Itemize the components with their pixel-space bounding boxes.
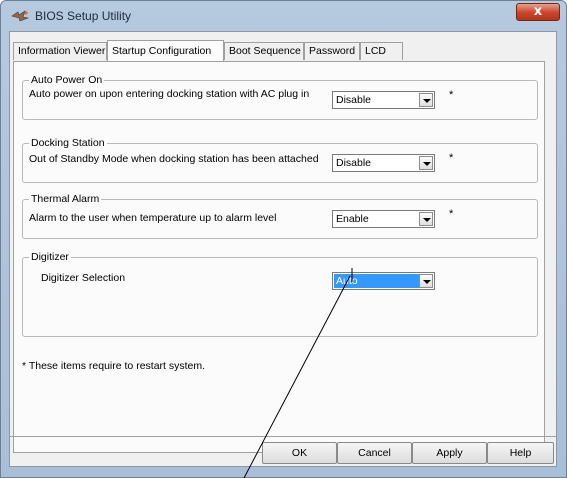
group-title: Digitizer bbox=[29, 251, 71, 264]
digitizer-group: Digitizer Digitizer Selection Auto bbox=[22, 251, 538, 337]
digitizer-selection-label: Digitizer Selection bbox=[41, 272, 126, 284]
apply-button[interactable]: Apply bbox=[412, 442, 487, 464]
ok-button[interactable]: OK bbox=[262, 442, 337, 464]
button-area-divider bbox=[10, 436, 556, 437]
bios-setup-window: BIOS Setup Utility x Information Viewer … bbox=[0, 0, 567, 478]
group-title: Auto Power On bbox=[29, 74, 105, 87]
close-icon: x bbox=[533, 4, 543, 19]
docking-station-group: Docking Station Out of Standby Mode when… bbox=[22, 137, 538, 183]
restart-required-mark: * bbox=[449, 152, 454, 164]
bios-app-icon bbox=[11, 10, 30, 22]
tab-boot-sequence[interactable]: Boot Sequence bbox=[224, 42, 304, 60]
selected-value: Disable bbox=[336, 157, 372, 169]
selected-value: Disable bbox=[336, 94, 372, 106]
thermal-alarm-select[interactable]: Enable bbox=[332, 210, 435, 228]
tab-information-viewer[interactable]: Information Viewer bbox=[13, 42, 107, 60]
tab-lcd[interactable]: LCD bbox=[360, 42, 403, 60]
startup-configuration-panel: Auto Power On Auto power on upon enterin… bbox=[13, 61, 545, 453]
auto-power-on-description: Auto power on upon entering docking stat… bbox=[29, 88, 310, 100]
chevron-down-icon[interactable] bbox=[419, 274, 433, 288]
tab-password[interactable]: Password bbox=[304, 42, 360, 60]
restart-note: * These items require to restart system. bbox=[22, 360, 206, 372]
dialog-body: Information Viewer Startup Configuration… bbox=[9, 31, 557, 467]
restart-required-mark: * bbox=[449, 89, 454, 101]
window-title: BIOS Setup Utility bbox=[35, 9, 132, 23]
thermal-alarm-group: Thermal Alarm Alarm to the user when tem… bbox=[22, 193, 538, 239]
auto-power-on-group: Auto Power On Auto power on upon enterin… bbox=[22, 74, 538, 120]
digitizer-select[interactable]: Auto bbox=[332, 272, 435, 290]
close-button[interactable]: x bbox=[516, 3, 560, 21]
help-button[interactable]: Help bbox=[487, 442, 554, 464]
selected-value: Enable bbox=[336, 213, 369, 225]
tab-startup-configuration[interactable]: Startup Configuration bbox=[107, 40, 224, 61]
chevron-down-icon[interactable] bbox=[419, 156, 433, 170]
docking-station-select[interactable]: Disable bbox=[332, 154, 435, 172]
group-title: Thermal Alarm bbox=[29, 193, 102, 206]
docking-station-description: Out of Standby Mode when docking station… bbox=[29, 153, 319, 165]
thermal-alarm-description: Alarm to the user when temperature up to… bbox=[29, 212, 277, 224]
cancel-button[interactable]: Cancel bbox=[337, 442, 412, 464]
restart-required-mark: * bbox=[449, 208, 454, 220]
chevron-down-icon[interactable] bbox=[419, 93, 433, 107]
title-bar[interactable]: BIOS Setup Utility x bbox=[1, 1, 566, 31]
chevron-down-icon[interactable] bbox=[419, 212, 433, 226]
selected-value: Auto bbox=[334, 274, 420, 288]
auto-power-on-select[interactable]: Disable bbox=[332, 91, 435, 109]
group-title: Docking Station bbox=[29, 137, 107, 150]
